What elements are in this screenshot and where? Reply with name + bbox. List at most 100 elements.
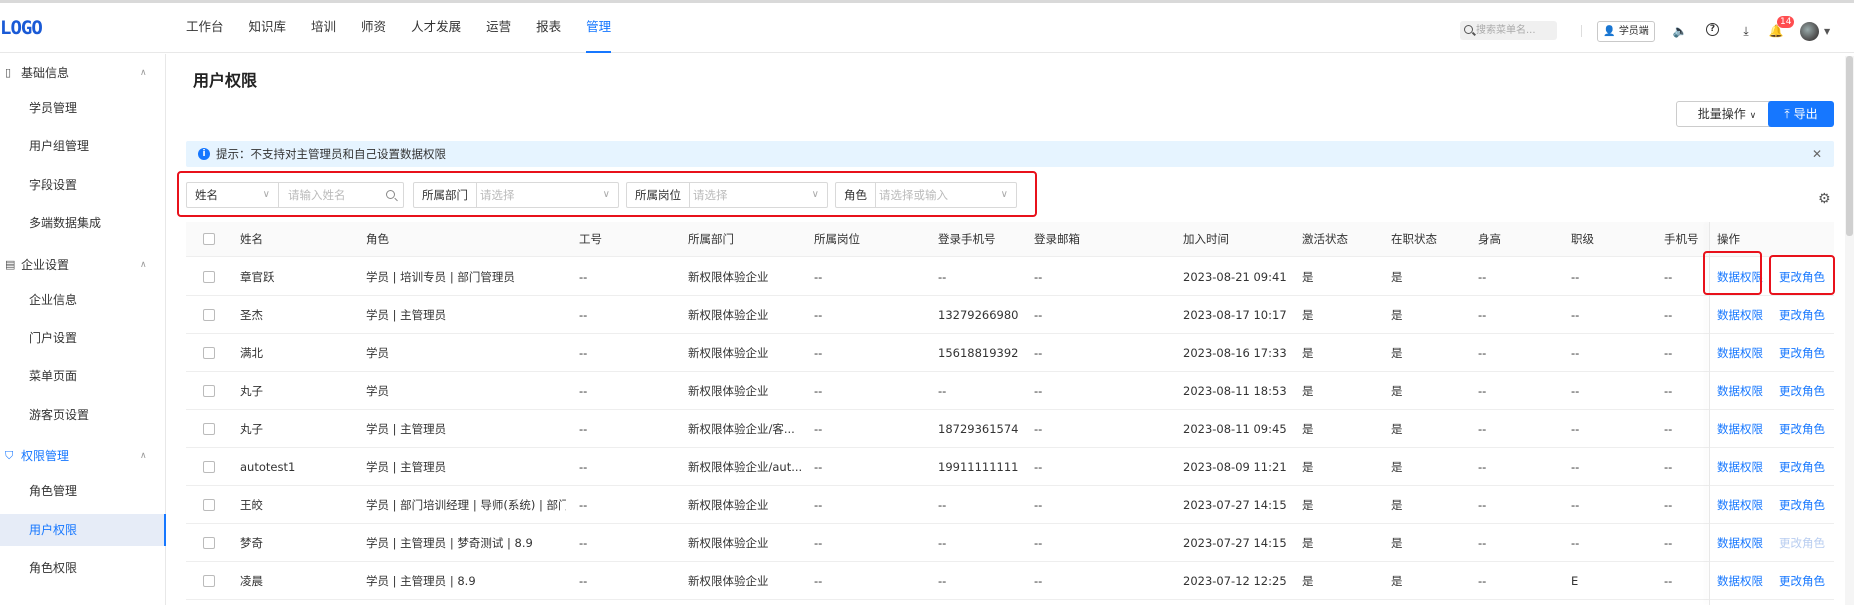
search-icon[interactable] <box>386 190 395 199</box>
name-input[interactable]: 请输入姓名 <box>288 183 346 207</box>
data-permission-link[interactable]: 数据权限 <box>1717 562 1763 600</box>
change-role-link[interactable]: 更改角色 <box>1779 524 1825 562</box>
post-filter[interactable]: 所属岗位 请选择 ∨ <box>626 182 828 208</box>
menu-search-input[interactable]: 搜索菜单名... <box>1460 21 1557 40</box>
speaker-icon[interactable]: 🔈 <box>1672 23 1688 39</box>
role-select[interactable]: 请选择或输入 <box>879 183 948 207</box>
column-header-12: 手机号 <box>1664 232 1699 246</box>
sidebar-item-0-3[interactable]: 多端数据集成 <box>0 207 166 239</box>
nav-item-6[interactable]: 报表 <box>536 3 561 53</box>
close-icon[interactable]: ✕ <box>1812 141 1822 167</box>
cell-dept: 新权限体验企业 <box>688 384 769 398</box>
sidebar-item-1-0[interactable]: 企业信息 <box>0 284 166 316</box>
column-header-5: 登录手机号 <box>938 232 996 246</box>
row-checkbox[interactable] <box>203 575 215 587</box>
cell-active: 是 <box>1302 574 1314 588</box>
download-icon[interactable]: ⤓ <box>1738 23 1754 39</box>
cell-no: -- <box>579 574 588 588</box>
data-permission-link[interactable]: 数据权限 <box>1717 524 1763 562</box>
data-permission-link[interactable]: 数据权限 <box>1717 448 1763 486</box>
sidebar-item-2-0[interactable]: 角色管理 <box>0 475 166 507</box>
cell-dept: 新权限体验企业/aut... <box>688 460 803 474</box>
post-select[interactable]: 请选择 <box>693 183 728 207</box>
department-select[interactable]: 请选择 <box>480 183 515 207</box>
table-row: 满北 学员 -- 新权限体验企业 -- 15618819392 -- 2023-08-16 1… <box>186 334 1834 372</box>
cell-onjob: 是 <box>1391 498 1403 512</box>
scrollbar-thumb[interactable] <box>1846 56 1853 236</box>
cell-active: 是 <box>1302 346 1314 360</box>
info-icon: i <box>198 148 210 160</box>
nav-item-5[interactable]: 运营 <box>486 3 511 53</box>
cell-level: -- <box>1571 308 1580 322</box>
notification-badge: 14 <box>1777 16 1795 28</box>
cell-onjob: 是 <box>1391 422 1403 436</box>
sidebar-item-0-0[interactable]: 学员管理 <box>0 92 166 124</box>
row-checkbox[interactable] <box>203 423 215 435</box>
row-checkbox[interactable] <box>203 385 215 397</box>
data-permission-link[interactable]: 数据权限 <box>1717 372 1763 410</box>
data-permission-link[interactable]: 数据权限 <box>1717 410 1763 448</box>
building-icon: ▤ <box>5 257 16 271</box>
nav-item-2[interactable]: 培训 <box>311 3 336 53</box>
sidebar-item-1-1[interactable]: 门户设置 <box>0 322 166 354</box>
change-role-link[interactable]: 更改角色 <box>1779 334 1825 372</box>
change-role-link[interactable]: 更改角色 <box>1779 372 1825 410</box>
change-role-link[interactable]: 更改角色 <box>1779 410 1825 448</box>
change-role-link[interactable]: 更改角色 <box>1779 448 1825 486</box>
table-row: autotest1 学员 | 主管理员 -- 新权限体验企业/aut... -- 1991… <box>186 448 1834 486</box>
cell-height: -- <box>1478 308 1487 322</box>
row-checkbox[interactable] <box>203 499 215 511</box>
cell-role: 学员 | 部门培训经理 | 导师(系统) | 部门... <box>366 498 566 512</box>
sidebar-item-1-2[interactable]: 菜单页面 <box>0 360 166 392</box>
sidebar-item-0-1[interactable]: 用户组管理 <box>0 130 166 162</box>
nav-item-0[interactable]: 工作台 <box>186 3 224 53</box>
chevron-down-icon[interactable]: ▼ <box>1824 27 1830 36</box>
divider <box>1581 25 1582 37</box>
cell-email: -- <box>1034 308 1043 322</box>
row-checkbox[interactable] <box>203 309 215 321</box>
sidebar-item-2-2[interactable]: 角色权限 <box>0 552 166 584</box>
row-checkbox[interactable] <box>203 461 215 473</box>
change-role-link[interactable]: 更改角色 <box>1779 296 1825 334</box>
data-permission-link[interactable]: 数据权限 <box>1717 296 1763 334</box>
cell-onjob: 是 <box>1391 384 1403 398</box>
sidebar-group-1[interactable]: ▤ 企业设置 ∧ <box>0 246 166 284</box>
row-checkbox[interactable] <box>203 271 215 283</box>
name-field-select[interactable]: 姓名 ∨ <box>187 183 279 207</box>
export-button[interactable]: ⤒ 导出 <box>1768 101 1834 127</box>
row-checkbox[interactable] <box>203 537 215 549</box>
sidebar-item-0-2[interactable]: 字段设置 <box>0 169 166 201</box>
nav-item-3[interactable]: 师资 <box>361 3 386 53</box>
shield-icon: ⛉ <box>5 449 14 463</box>
cell-dept: 新权限体验企业 <box>688 346 769 360</box>
sidebar-group-2[interactable]: ⛉ 权限管理 ∧ <box>0 437 166 475</box>
data-permission-link[interactable]: 数据权限 <box>1717 486 1763 524</box>
student-portal-button[interactable]: 👤 学员端 <box>1597 21 1655 42</box>
highlight-box-data-permission <box>1703 251 1762 295</box>
sidebar-item-2-1[interactable]: 用户权限 <box>0 513 166 546</box>
department-filter[interactable]: 所属部门 请选择 ∨ <box>413 182 619 208</box>
scrollbar[interactable] <box>1845 56 1854 605</box>
name-search-filter[interactable]: 姓名 ∨ 请输入姓名 <box>186 182 404 208</box>
help-icon[interactable]: ? <box>1706 23 1722 39</box>
nav-item-7[interactable]: 管理 <box>586 3 612 53</box>
cell-level: -- <box>1571 460 1580 474</box>
change-role-link[interactable]: 更改角色 <box>1779 562 1825 600</box>
row-checkbox[interactable] <box>203 347 215 359</box>
sidebar-group-0[interactable]: ▯ 基础信息 ∧ <box>0 54 166 92</box>
chevron-down-icon: ∨ <box>1000 189 1008 200</box>
batch-operation-button[interactable]: 批量操作 ∨ <box>1676 101 1778 127</box>
cell-onjob: 是 <box>1391 270 1403 284</box>
avatar[interactable] <box>1800 22 1819 41</box>
change-role-link[interactable]: 更改角色 <box>1779 486 1825 524</box>
cell-role: 学员 | 培训专员 | 部门管理员 <box>366 270 515 284</box>
nav-item-4[interactable]: 人才发展 <box>411 3 461 53</box>
cell-join: 2023-08-11 09:45 <box>1183 422 1287 436</box>
nav-item-1[interactable]: 知识库 <box>249 3 287 53</box>
select-all-checkbox[interactable] <box>203 233 215 245</box>
cell-dept: 新权限体验企业 <box>688 270 769 284</box>
gear-icon[interactable]: ⚙ <box>1818 191 1831 207</box>
sidebar-item-1-3[interactable]: 游客页设置 <box>0 399 166 431</box>
data-permission-link[interactable]: 数据权限 <box>1717 334 1763 372</box>
role-filter[interactable]: 角色 请选择或输入 ∨ <box>835 182 1017 208</box>
